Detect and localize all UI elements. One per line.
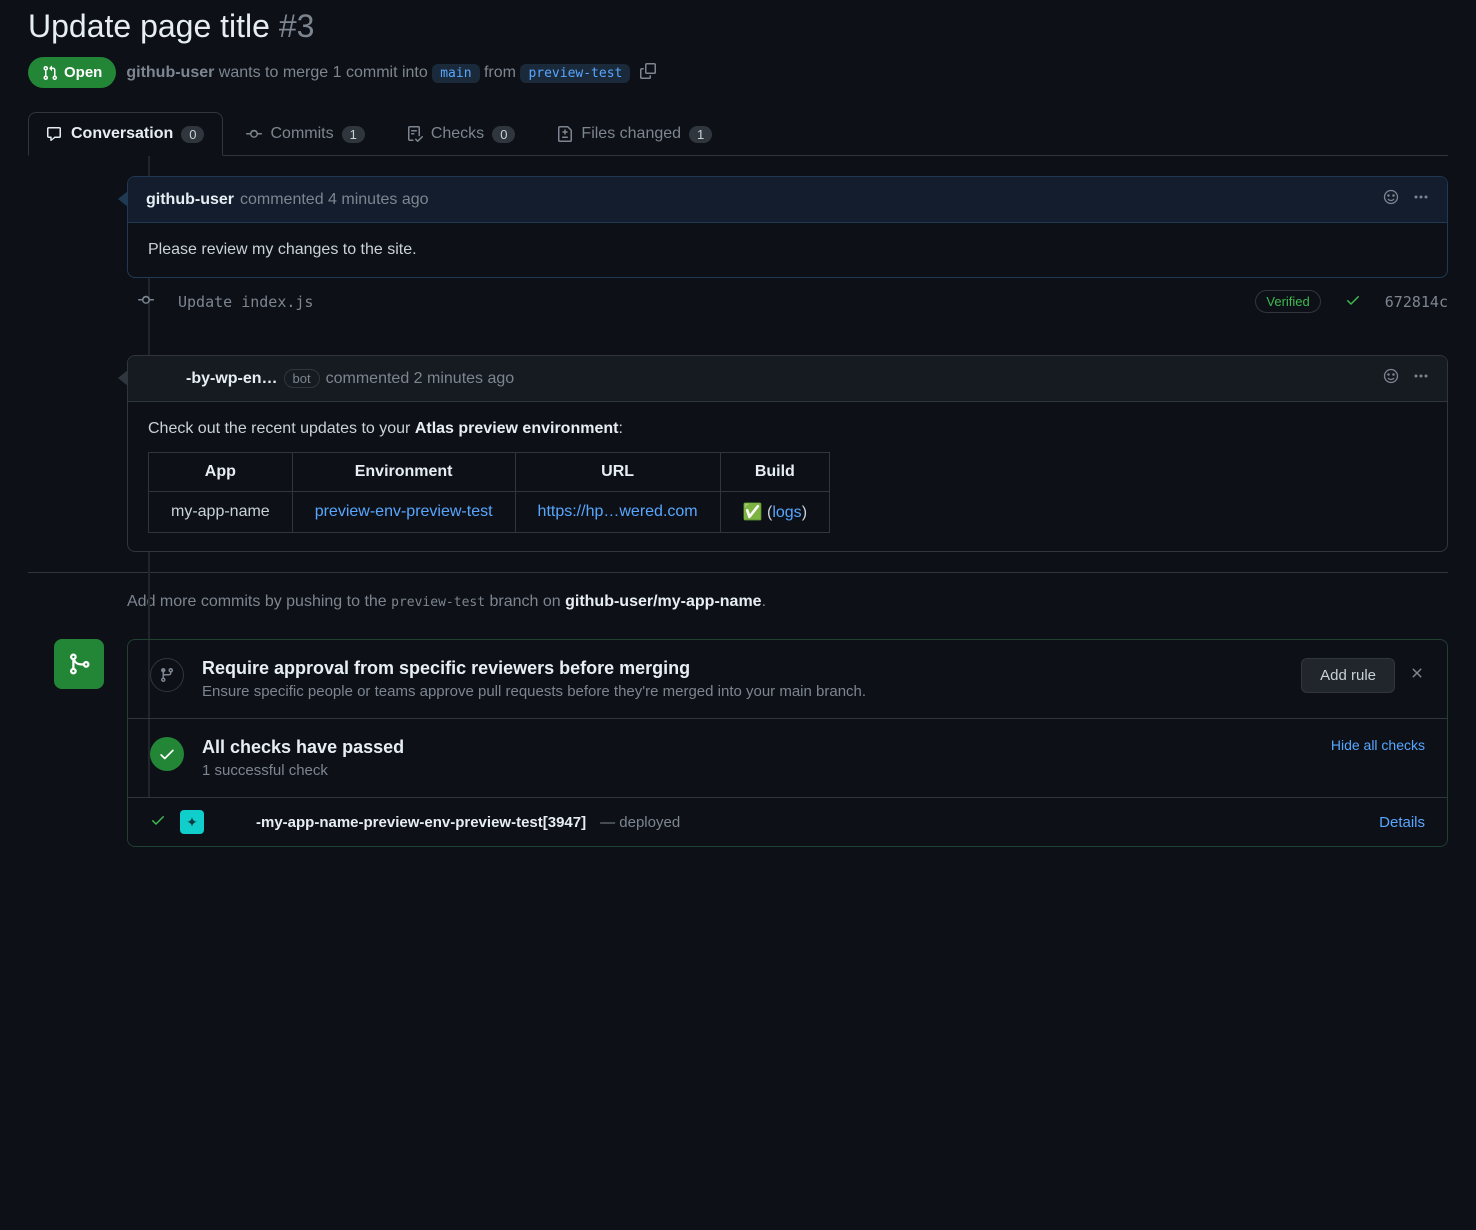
kebab-icon[interactable] <box>1413 189 1429 210</box>
check-icon <box>1345 292 1361 312</box>
checklist-icon <box>407 126 423 142</box>
git-commit-icon <box>138 292 154 312</box>
check-item-row: ✦ -my-app-name-preview-env-preview-test[… <box>128 798 1447 846</box>
comment-meta: commented 4 minutes ago <box>240 191 429 209</box>
td-build: ✅ (logs) <box>720 492 829 533</box>
url-link[interactable]: https://hp…wered.com <box>538 503 698 520</box>
checks-title: All checks have passed <box>202 737 1313 758</box>
pr-number: #3 <box>279 8 315 44</box>
comment-author[interactable]: github-user <box>146 191 234 209</box>
bot-label: bot <box>284 369 320 388</box>
react-icon[interactable] <box>1383 368 1399 389</box>
checks-subtitle: 1 successful check <box>202 762 1313 779</box>
author-comment: github-user commented 4 minutes ago Plea… <box>127 176 1448 278</box>
push-tip: Add more commits by pushing to the previ… <box>127 593 1448 621</box>
environment-table: App Environment URL Build my-app-name pr… <box>148 452 830 533</box>
close-icon[interactable] <box>1409 665 1425 686</box>
comment-discussion-icon <box>47 126 63 142</box>
bot-mini-avatar: ✦ <box>180 810 204 834</box>
files-counter: 1 <box>689 126 712 143</box>
check-status: — deployed <box>600 814 680 831</box>
commit-message[interactable]: Update index.js <box>178 293 313 311</box>
th-build: Build <box>720 453 829 492</box>
th-app: App <box>149 453 293 492</box>
check-icon <box>150 812 166 832</box>
th-env: Environment <box>292 453 515 492</box>
bot-comment: -by-wp-en… bot commented 2 minutes ago C… <box>127 355 1448 552</box>
verified-badge[interactable]: Verified <box>1255 290 1320 313</box>
git-commit-icon <box>246 126 262 142</box>
hide-all-checks-link[interactable]: Hide all checks <box>1331 737 1425 753</box>
pr-merge-description: github-user wants to merge 1 commit into… <box>126 64 630 82</box>
checks-passed-section: All checks have passed 1 successful chec… <box>128 719 1447 798</box>
approval-title: Require approval from specific reviewers… <box>202 658 1283 679</box>
pr-state-label: Open <box>64 64 102 81</box>
approval-desc: Ensure specific people or teams approve … <box>202 683 1283 700</box>
th-url: URL <box>515 453 720 492</box>
checks-counter: 0 <box>492 126 515 143</box>
check-details-link[interactable]: Details <box>1379 814 1425 831</box>
copy-branch-icon[interactable] <box>640 63 656 82</box>
tab-files-changed[interactable]: Files changed 1 <box>538 112 731 155</box>
td-app: my-app-name <box>149 492 293 533</box>
merge-status-badge <box>54 639 104 689</box>
pr-title-text: Update page title <box>28 8 270 44</box>
comment-body: Please review my changes to the site. <box>128 223 1447 277</box>
head-branch-label[interactable]: preview-test <box>520 64 630 83</box>
tab-checks[interactable]: Checks 0 <box>388 112 535 155</box>
branch-rule-icon <box>150 658 184 692</box>
bot-author[interactable]: -by-wp-en… <box>146 370 278 388</box>
commit-sha[interactable]: 672814c <box>1385 293 1448 311</box>
commit-row: Update index.js Verified 672814c <box>138 278 1448 325</box>
commits-counter: 1 <box>342 126 365 143</box>
logs-link[interactable]: logs <box>772 504 801 521</box>
conversation-counter: 0 <box>181 126 204 143</box>
check-name[interactable]: -my-app-name-preview-env-preview-test[39… <box>256 814 586 831</box>
tab-conversation[interactable]: Conversation 0 <box>28 112 223 156</box>
check-circle-icon <box>150 737 184 771</box>
tab-commits[interactable]: Commits 1 <box>227 112 383 155</box>
divider <box>28 572 1448 573</box>
add-rule-button[interactable]: Add rule <box>1301 658 1395 693</box>
bot-comment-meta: commented 2 minutes ago <box>326 370 515 388</box>
react-icon[interactable] <box>1383 189 1399 210</box>
kebab-icon[interactable] <box>1413 368 1429 389</box>
merge-box: Require approval from specific reviewers… <box>127 639 1448 847</box>
table-row: my-app-name preview-env-preview-test htt… <box>149 492 830 533</box>
file-diff-icon <box>557 126 573 142</box>
pr-author[interactable]: github-user <box>126 64 214 81</box>
git-pull-request-icon <box>42 65 58 81</box>
approval-section: Require approval from specific reviewers… <box>128 640 1447 719</box>
git-merge-icon <box>67 652 91 676</box>
pr-state-badge: Open <box>28 57 116 88</box>
env-link[interactable]: preview-env-preview-test <box>315 503 493 520</box>
pr-tabs: Conversation 0 Commits 1 Checks 0 Files … <box>28 112 1448 156</box>
pr-title: Update page title #3 <box>28 8 1448 45</box>
base-branch-label[interactable]: main <box>432 64 479 83</box>
bot-comment-body: Check out the recent updates to your Atl… <box>128 402 1447 551</box>
